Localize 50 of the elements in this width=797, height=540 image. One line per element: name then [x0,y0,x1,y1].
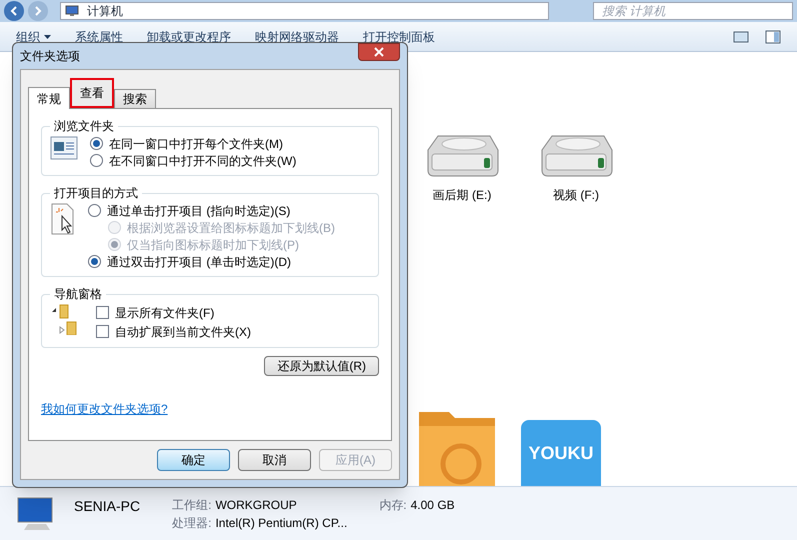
view-icon[interactable] [733,30,749,42]
restore-defaults-button[interactable]: 还原为默认值(R) [264,356,379,376]
option-label: 自动扩展到当前文件夹(X) [115,324,251,340]
dialog-button[interactable]: 取消 [238,449,311,471]
option-label: 显示所有文件夹(F) [115,304,214,322]
address-field[interactable]: 计算机 [60,2,549,20]
pointer-icon [50,202,76,236]
toolbar-button[interactable]: 系统属性 [75,28,123,46]
field-label: 内存: [379,496,407,514]
close-icon [374,47,384,57]
option-label: 在不同窗口中打开不同的文件夹(W) [109,152,296,170]
search-field[interactable]: 搜索 计算机 [593,2,793,20]
checkbox[interactable] [96,306,109,319]
tab[interactable]: 搜索 [114,89,156,108]
pane-icon[interactable] [765,30,781,44]
toolbar-button[interactable]: 映射网络驱动器 [255,28,339,46]
option-label: 仅当指向图标标题时加下划线(P) [127,236,299,254]
computer-icon [65,5,79,17]
group-title: 打开项目的方式 [53,185,139,202]
option-label: 在同一窗口中打开每个文件夹(M) [109,136,283,152]
dialog-button[interactable]: 确定 [157,449,230,471]
checkbox[interactable] [96,325,109,338]
option-label: 根据浏览器设置给图标标题加下划线(B) [127,220,335,236]
window-icon [50,135,78,161]
close-button[interactable] [358,43,400,61]
group-title: 浏览文件夹 [53,118,115,135]
radio-button[interactable] [90,154,103,167]
option-label: 通过单击打开项目 (指向时选定)(S) [107,202,290,220]
field-value: WORKGROUP [215,496,297,514]
option-label: 通过双击打开项目 (单击时选定)(D) [107,254,291,270]
toolbar-button[interactable]: 组织 [16,28,51,46]
help-link[interactable]: 我如何更改文件夹选项? [41,400,379,418]
field-label: 工作组: [172,496,212,514]
drive-label[interactable]: 视频 (F:) [553,186,599,204]
breadcrumb[interactable]: 计算机 [87,2,123,20]
app-logo-text: YOUKU [528,442,594,464]
caret-icon [44,34,51,38]
back-icon[interactable] [4,1,24,21]
radio-button[interactable] [88,204,101,217]
field-label: 处理器: [172,514,212,532]
tab[interactable]: 常规 [28,87,70,109]
computer-name: SENIA-PC [74,496,140,516]
field-value: Intel(R) Pentium(R) CP... [215,514,348,532]
drive-label[interactable]: 画后期 (E:) [432,186,492,204]
tab[interactable]: 查看 [70,78,114,108]
dialog-title: 文件夹选项 [20,48,80,65]
field-value: 4.00 GB [410,496,455,514]
group-title: 导航窗格 [53,286,103,303]
radio-button[interactable] [88,255,101,268]
radio-button[interactable] [90,137,103,150]
